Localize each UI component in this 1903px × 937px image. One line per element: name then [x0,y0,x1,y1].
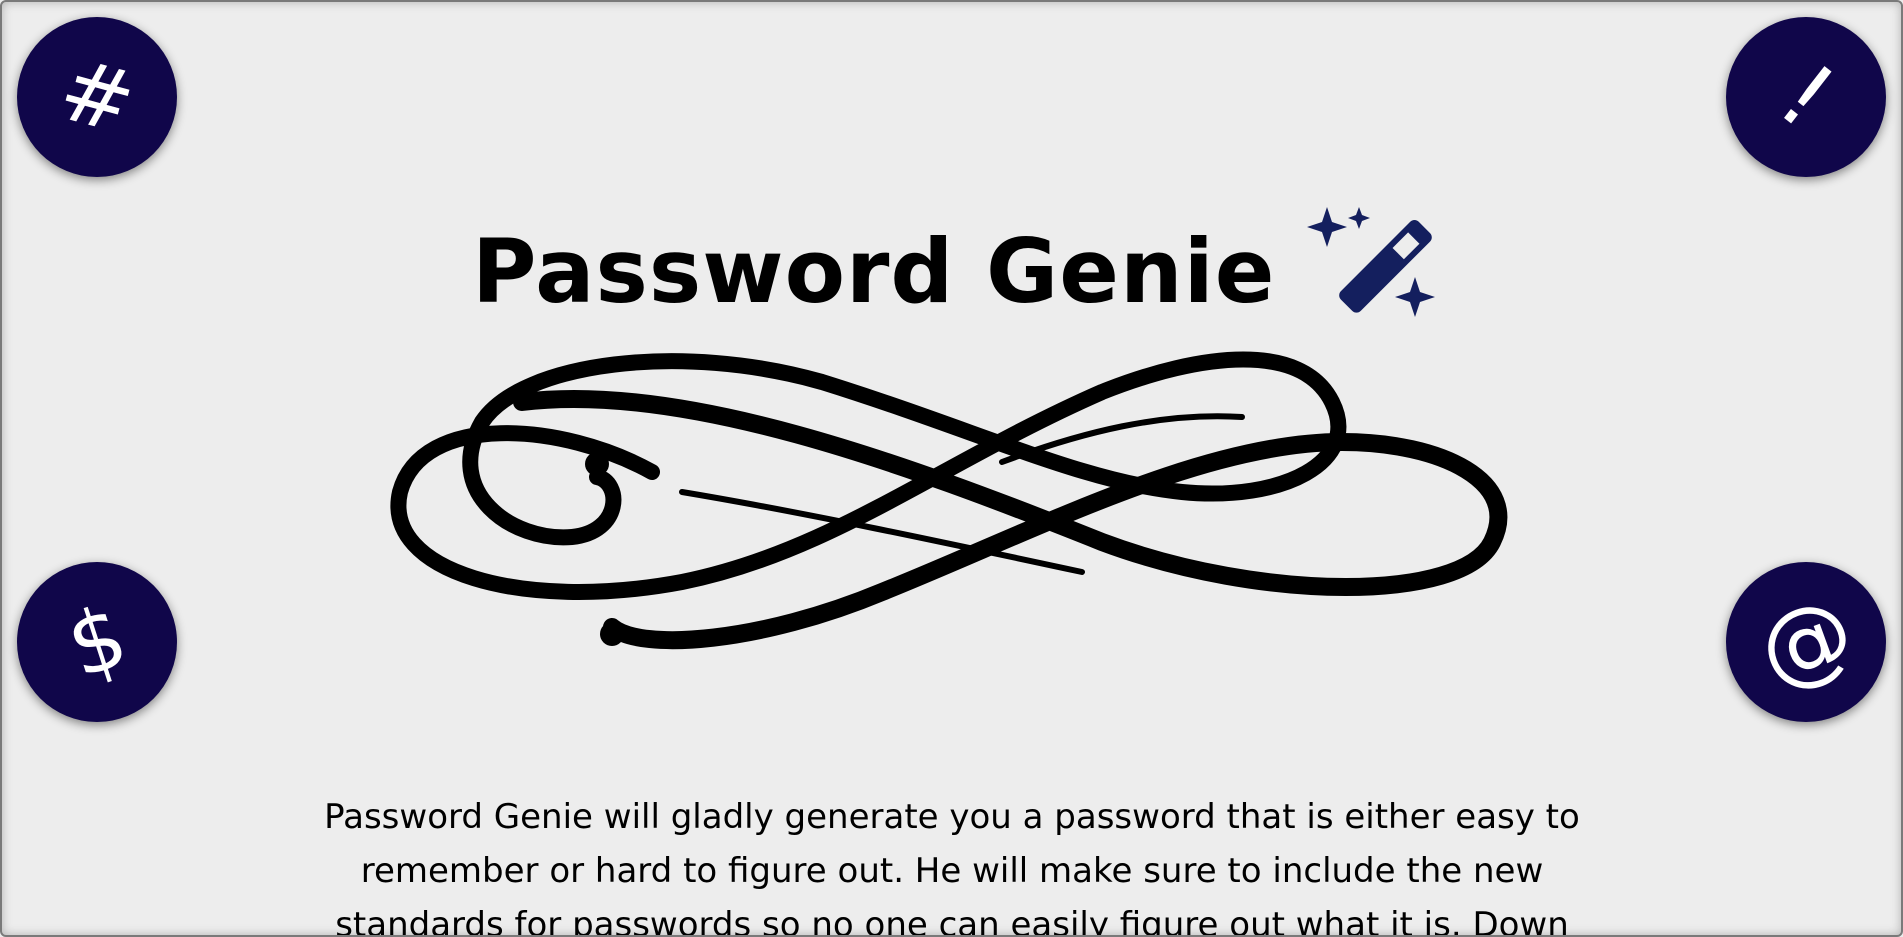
description-text: Password Genie will gladly generate you … [324,797,1580,937]
sparkle-right-icon [1395,277,1435,317]
dollar-button[interactable]: $ [17,562,177,722]
page-title: Password Genie [472,220,1276,323]
sparkle-small-icon [1348,207,1370,229]
flourish-bottom-curl [600,622,624,646]
flourish-left-curl [585,452,609,476]
at-symbol: @ [1744,575,1868,708]
hash-button[interactable]: # [17,17,177,177]
exclamation-symbol: ! [1759,44,1853,150]
exclamation-button[interactable]: ! [1726,17,1886,177]
dollar-symbol: $ [55,585,139,699]
at-button[interactable]: @ [1726,562,1886,722]
page: # ! $ @ Password Genie Password Genie wi… [0,0,1903,937]
sparkle-large-icon [1307,207,1347,247]
flourish-ornament [390,351,1508,650]
hash-symbol: # [49,39,145,155]
magic-wand-icon [1307,207,1435,317]
title-row: Password Genie [472,202,1472,352]
